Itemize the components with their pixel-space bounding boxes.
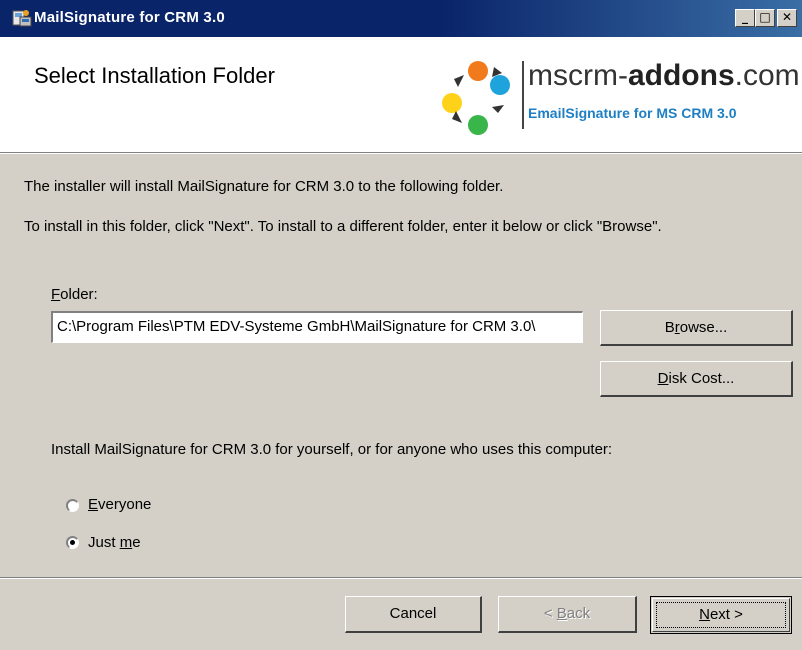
disk-cost-label-post: isk Cost...	[668, 370, 735, 387]
installer-app-icon	[12, 10, 32, 27]
maximize-icon: □	[759, 10, 771, 24]
minimize-icon: _	[742, 10, 748, 24]
logo-suffix: .com	[734, 59, 800, 92]
title-bar[interactable]: MailSignature for CRM 3.0 _ □ ✕	[0, 0, 802, 37]
vendor-logo: mscrm-addons.com EmailSignature for MS C…	[434, 59, 802, 139]
window-title: MailSignature for CRM 3.0	[34, 9, 225, 26]
disk-cost-mnemonic: D	[657, 370, 669, 387]
header-divider	[0, 152, 802, 154]
browse-label-pre: B	[664, 319, 675, 336]
next-label-post: ext >	[709, 606, 743, 623]
logo-circles-icon	[442, 61, 510, 135]
back-button[interactable]: < Back	[498, 596, 637, 633]
minimize-button[interactable]: _	[735, 9, 755, 27]
folder-label: Folder:	[51, 286, 98, 303]
back-label: < Back	[544, 605, 590, 622]
just-me-radio-label[interactable]: Just me	[88, 534, 141, 551]
close-button[interactable]: ✕	[777, 9, 797, 27]
back-mnemonic: B	[556, 605, 567, 622]
browse-button[interactable]: Browse...	[600, 310, 793, 346]
page-title: Select Installation Folder	[34, 63, 275, 88]
browse-label: Browse...	[665, 319, 728, 336]
just-me-post: e	[132, 534, 141, 551]
next-label: Next >	[699, 606, 743, 623]
radio-selected-dot	[70, 540, 75, 545]
next-mnemonic: N	[699, 606, 710, 623]
logo-prefix: mscrm-	[528, 59, 628, 92]
disk-cost-button[interactable]: Disk Cost...	[600, 361, 793, 397]
logo-bold: addons	[627, 59, 735, 92]
cancel-label: Cancel	[389, 605, 437, 622]
maximize-button[interactable]: □	[755, 9, 775, 27]
everyone-radio-label[interactable]: Everyone	[88, 496, 151, 513]
folder-path-input[interactable]: C:\Program Files\PTM EDV-Systeme GmbH\Ma…	[51, 311, 583, 343]
folder-label-text: older:	[60, 286, 98, 303]
logo-divider	[522, 61, 524, 129]
intro-line-1: The installer will install MailSignature…	[24, 178, 504, 195]
just-me-pre: Just	[88, 534, 120, 551]
folder-label-mnemonic: F	[51, 286, 61, 303]
everyone-radio[interactable]	[66, 499, 79, 512]
back-label-pre: <	[543, 605, 557, 622]
disk-cost-label: Disk Cost...	[658, 370, 735, 387]
folder-path-value: C:\Program Files\PTM EDV-Systeme GmbH\Ma…	[57, 318, 536, 335]
everyone-mnemonic: E	[88, 496, 99, 513]
close-icon: ✕	[781, 10, 793, 24]
intro-line-2: To install in this folder, click "Next".…	[24, 218, 662, 235]
installer-window: MailSignature for CRM 3.0 _ □ ✕ Select I…	[0, 0, 802, 650]
install-scope-prompt: Install MailSignature for CRM 3.0 for yo…	[51, 441, 613, 458]
footer-divider	[0, 577, 802, 579]
cancel-button[interactable]: Cancel	[345, 596, 482, 633]
header-banner: Select Installation Folder mscrm-addons.…	[0, 37, 802, 152]
logo-subtitle: EmailSignature for MS CRM 3.0	[528, 105, 737, 121]
back-label-post: ack	[566, 605, 591, 622]
everyone-text: veryone	[98, 496, 152, 513]
just-me-mnemonic: m	[119, 534, 133, 551]
next-button[interactable]: Next >	[650, 596, 792, 634]
just-me-radio[interactable]	[66, 536, 79, 549]
browse-label-post: owse...	[679, 319, 728, 336]
logo-wordmark: mscrm-addons.com	[528, 59, 800, 93]
